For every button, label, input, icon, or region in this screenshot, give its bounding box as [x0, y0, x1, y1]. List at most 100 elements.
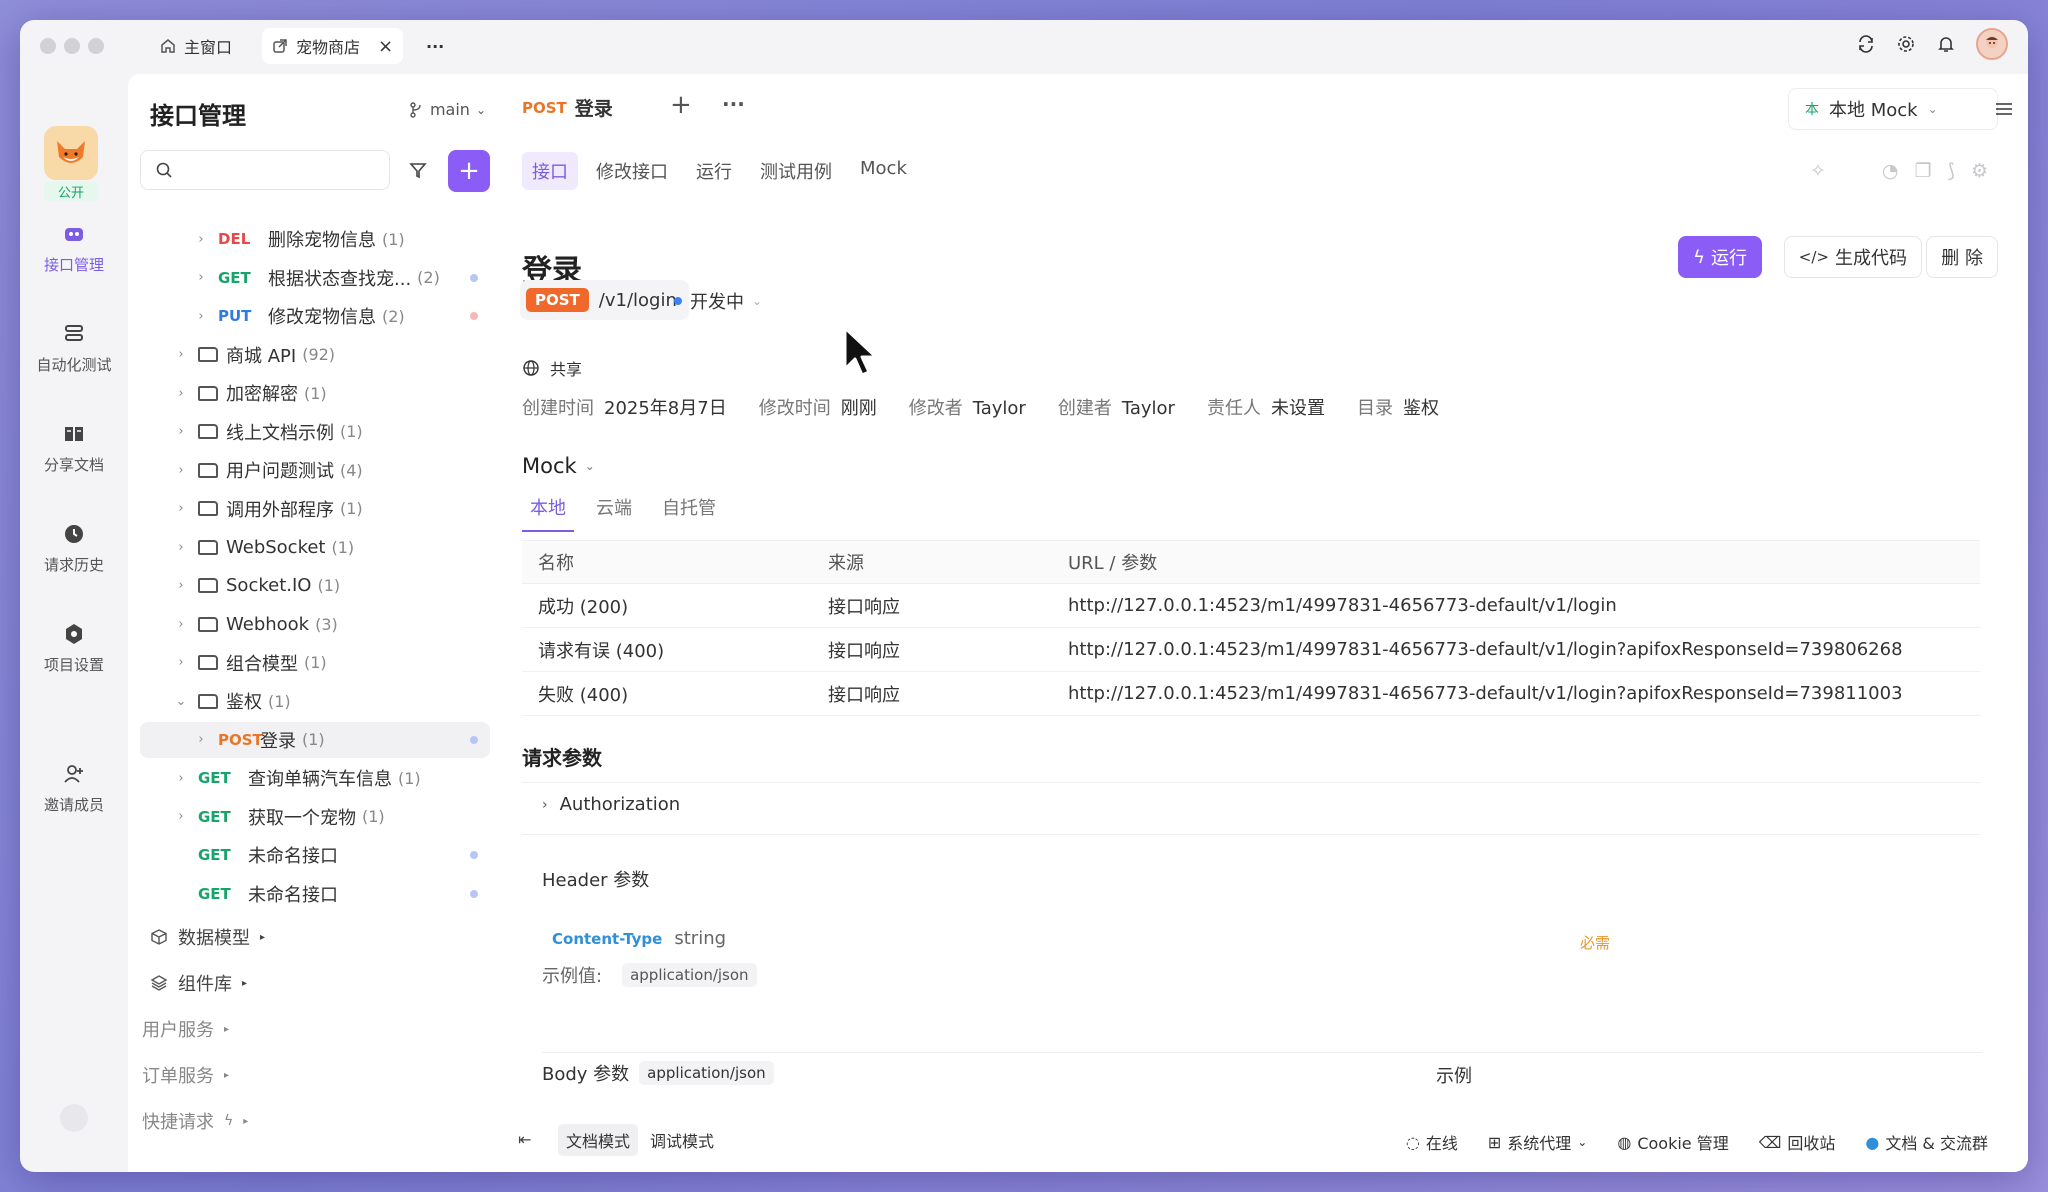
- subtab-api[interactable]: 接口: [522, 152, 578, 190]
- debug-mode-button[interactable]: 调试模式: [642, 1124, 722, 1156]
- nav-project-settings[interactable]: 项目设置: [20, 620, 128, 675]
- subtab-test-cases[interactable]: 测试用例: [750, 152, 842, 190]
- search-input[interactable]: [140, 150, 390, 190]
- close-window-button[interactable]: [40, 38, 56, 54]
- folder-icon: [198, 693, 218, 709]
- mock-url[interactable]: http://127.0.0.1:4523/m1/4997831-4656773…: [1052, 627, 1980, 672]
- nav-label: 邀请成员: [43, 796, 104, 814]
- tree-folder[interactable]: › WebSocket (1): [140, 529, 490, 565]
- section-quick-request[interactable]: 快捷请求 ϟ ▸: [142, 1108, 248, 1134]
- section-label: 订单服务: [142, 1066, 214, 1087]
- section-order-service[interactable]: 订单服务 ▸: [142, 1062, 229, 1088]
- nav-shared-docs[interactable]: 分享文档: [20, 420, 128, 475]
- method-label: GET: [198, 769, 231, 787]
- tree-endpoint[interactable]: GET 未命名接口: [140, 837, 490, 873]
- table-row[interactable]: 请求有误 (400) 接口响应 http://127.0.0.1:4523/m1…: [522, 627, 1980, 672]
- more-options-icon[interactable]: ···: [722, 92, 745, 116]
- tree-item-count: (1): [382, 229, 405, 249]
- add-api-button[interactable]: +: [448, 150, 490, 192]
- collapse-sidebar-icon[interactable]: ⇤: [518, 1130, 531, 1149]
- tab-main-window[interactable]: 主窗口: [150, 28, 242, 64]
- refresh-icon[interactable]: [1856, 34, 1876, 54]
- subtab-run[interactable]: 运行: [686, 152, 742, 190]
- subtab-mock[interactable]: Mock: [850, 152, 917, 190]
- history-icon[interactable]: ◔: [1882, 160, 1899, 182]
- col-url: URL / 参数: [1052, 541, 1980, 584]
- recycle-bin[interactable]: ⌫ 回收站: [1759, 1130, 1836, 1154]
- tab-pet-store[interactable]: 宠物商店 ×: [262, 28, 404, 64]
- tree-item-count: (1): [268, 691, 291, 711]
- nav-invite-members[interactable]: 邀请成员: [20, 760, 128, 815]
- nav-request-history[interactable]: 请求历史: [20, 520, 128, 575]
- section-user-service[interactable]: 用户服务 ▸: [142, 1016, 229, 1042]
- nav-api-management[interactable]: 接口管理: [20, 220, 128, 275]
- tree-folder[interactable]: › 加密解密 (1): [140, 375, 490, 411]
- mock-tab-cloud[interactable]: 云端: [588, 488, 640, 532]
- authorization-row[interactable]: › Authorization: [542, 794, 680, 815]
- mock-tab-local[interactable]: 本地: [522, 488, 574, 532]
- new-tab-plus-icon[interactable]: +: [670, 90, 692, 120]
- generate-code-button[interactable]: </> 生成代码: [1783, 236, 1922, 278]
- table-row[interactable]: 成功 (200) 接口响应 http://127.0.0.1:4523/m1/4…: [522, 583, 1980, 628]
- nav-automation-test[interactable]: 自动化测试: [20, 320, 128, 375]
- mock-heading[interactable]: Mock ⌄: [522, 454, 595, 478]
- doc-mode-button[interactable]: 文档模式: [558, 1124, 639, 1156]
- cookie-manager[interactable]: ◍ Cookie 管理: [1617, 1130, 1728, 1154]
- section-components[interactable]: 组件库 ▸: [150, 970, 247, 996]
- tree-folder[interactable]: › 组合模型 (1): [140, 645, 490, 681]
- endpoint-path[interactable]: POST /v1/login: [520, 280, 689, 320]
- docs-community[interactable]: ● 文档 & 交流群: [1865, 1130, 1988, 1154]
- mock-tab-self-hosted[interactable]: 自托管: [654, 488, 724, 532]
- tree-endpoint[interactable]: GET 未命名接口: [140, 876, 490, 912]
- mock-url[interactable]: http://127.0.0.1:4523/m1/4997831-4656773…: [1052, 583, 1980, 628]
- header-param-row[interactable]: Content-Type string: [542, 928, 726, 949]
- online-status[interactable]: ◌ 在线: [1406, 1130, 1458, 1154]
- tree-folder[interactable]: › Webhook (3): [140, 606, 490, 642]
- status-selector[interactable]: 开发中 ⌄: [674, 288, 762, 314]
- tree-item-count: (1): [340, 422, 363, 441]
- filter-button[interactable]: [400, 152, 436, 188]
- branch-selector[interactable]: main ⌄: [410, 100, 486, 119]
- meta-folder[interactable]: 目录 鉴权: [1357, 394, 1439, 420]
- meta-owner[interactable]: 责任人 未设置: [1207, 394, 1325, 420]
- tree-endpoint[interactable]: › POST 登录 (1): [140, 721, 490, 758]
- tree-folder[interactable]: › 线上文档示例 (1): [140, 414, 490, 450]
- delete-button[interactable]: 删 除: [1926, 236, 1998, 278]
- gear-icon[interactable]: [1896, 34, 1916, 54]
- close-tab-icon[interactable]: ×: [378, 36, 393, 57]
- tree-folder[interactable]: › Socket.IO (1): [140, 568, 490, 604]
- tree-endpoint[interactable]: › GET 获取一个宠物 (1): [140, 799, 490, 835]
- tree-endpoint[interactable]: › DEL 删除宠物信息 (1): [140, 221, 490, 257]
- tree-endpoint[interactable]: › GET 根据状态查找宠... (2): [140, 260, 490, 296]
- zoom-window-button[interactable]: [88, 38, 104, 54]
- share-icon[interactable]: ⟆: [1948, 160, 1955, 182]
- tree-folder[interactable]: › 用户问题测试 (4): [140, 452, 490, 488]
- copy-icon[interactable]: ❐: [1914, 160, 1931, 182]
- doc-tab-login[interactable]: POST 登录: [522, 94, 613, 121]
- avatar[interactable]: [1976, 28, 2008, 60]
- mock-env-select[interactable]: 本 本地 Mock ⌄: [1788, 88, 1998, 130]
- status-dot: [470, 312, 478, 320]
- body-content-type[interactable]: application/json: [639, 1061, 774, 1085]
- minimize-window-button[interactable]: [64, 38, 80, 54]
- run-button[interactable]: ϟ 运行: [1678, 236, 1762, 278]
- more-tabs-button[interactable]: ···: [416, 28, 454, 64]
- tree-folder[interactable]: › 商城 API (92): [140, 337, 490, 373]
- magic-icon[interactable]: ✧: [1810, 160, 1826, 182]
- layers-icon: [150, 974, 168, 992]
- menu-button[interactable]: [1982, 88, 2026, 130]
- branch-icon: [410, 101, 424, 118]
- tree-endpoint[interactable]: › GET 查询单辆汽车信息 (1): [140, 760, 490, 796]
- mock-url[interactable]: http://127.0.0.1:4523/m1/4997831-4656773…: [1052, 671, 1980, 716]
- tree-folder[interactable]: › 调用外部程序 (1): [140, 491, 490, 527]
- section-data-models[interactable]: 数据模型 ▸: [150, 924, 265, 950]
- tree-folder[interactable]: ⌄ 鉴权 (1): [140, 683, 490, 719]
- table-row[interactable]: 失败 (400) 接口响应 http://127.0.0.1:4523/m1/4…: [522, 671, 1980, 716]
- bell-icon[interactable]: [1936, 34, 1956, 54]
- example-value-row: 示例值: application/json: [542, 962, 757, 988]
- project-logo[interactable]: [44, 126, 98, 180]
- settings-icon[interactable]: ⚙: [1971, 160, 1988, 182]
- tree-endpoint[interactable]: › PUT 修改宠物信息 (2): [140, 298, 490, 334]
- proxy-setting[interactable]: ⊞ 系统代理 ⌄: [1488, 1130, 1587, 1154]
- subtab-edit[interactable]: 修改接口: [586, 152, 678, 190]
